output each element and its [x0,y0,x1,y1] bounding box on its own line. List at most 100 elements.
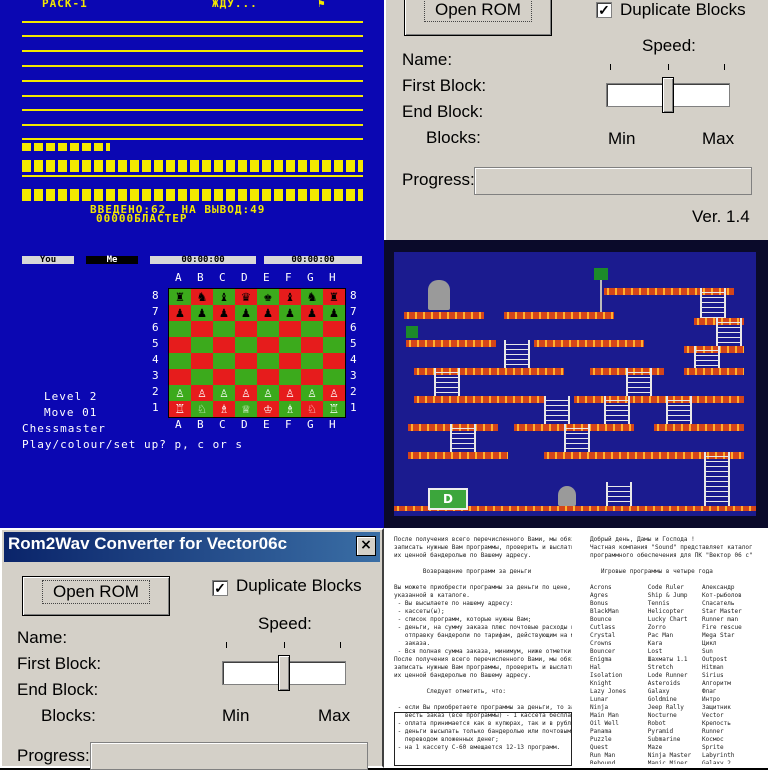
board-square-e3[interactable] [257,369,279,385]
chess-piece-icon[interactable]: ♟ [330,305,338,321]
board-square-d4[interactable] [235,353,257,369]
board-square-b8[interactable]: ♞ [191,289,213,305]
board-square-c5[interactable] [213,337,235,353]
board-square-g3[interactable] [301,369,323,385]
chess-piece-icon[interactable]: ♙ [330,385,338,401]
board-square-b7[interactable]: ♟ [191,305,213,321]
chess-piece-icon[interactable]: ♟ [242,305,250,321]
board-square-f8[interactable]: ♝ [279,289,301,305]
board-square-h6[interactable] [323,321,345,337]
board-square-e6[interactable] [257,321,279,337]
chess-piece-icon[interactable]: ♕ [242,401,250,417]
board-square-d1[interactable]: ♕ [235,401,257,417]
chess-piece-icon[interactable]: ♗ [286,401,294,417]
speed-slider-thumb[interactable] [662,77,674,113]
board-square-f1[interactable]: ♗ [279,401,301,417]
board-square-d8[interactable]: ♛ [235,289,257,305]
chess-piece-icon[interactable]: ♛ [242,289,250,305]
board-square-c6[interactable] [213,321,235,337]
board-square-a8[interactable]: ♜ [169,289,191,305]
duplicate-blocks-checkbox[interactable]: ✓ [596,2,612,18]
board-square-b3[interactable] [191,369,213,385]
chess-piece-icon[interactable]: ♟ [220,305,228,321]
board-square-a3[interactable] [169,369,191,385]
speed-slider-track[interactable] [222,655,346,691]
chess-board[interactable]: ♜ ♞ ♝ ♛ ♚ ♝ ♞ ♜ ♟ ♟ ♟ ♟ ♟ ♟ ♟ ♟ ♙ ♙ ♙ ♙ ♙ ♙ ♙ ♙ ♖ ♘ ♗ ♕ ♔ ♗ ♘ ♖ [168,288,346,418]
board-square-g5[interactable] [301,337,323,353]
chess-piece-icon[interactable]: ♟ [286,305,294,321]
chess-piece-icon[interactable]: ♚ [264,289,272,305]
board-square-d6[interactable] [235,321,257,337]
board-square-h2[interactable]: ♙ [323,385,345,401]
board-square-g2[interactable]: ♙ [301,385,323,401]
board-square-g8[interactable]: ♞ [301,289,323,305]
board-square-f6[interactable] [279,321,301,337]
chess-piece-icon[interactable]: ♞ [308,289,316,305]
board-square-a1[interactable]: ♖ [169,401,191,417]
speed-slider-track[interactable] [606,77,730,113]
board-square-a7[interactable]: ♟ [169,305,191,321]
board-square-e4[interactable] [257,353,279,369]
board-square-g6[interactable] [301,321,323,337]
chess-piece-icon[interactable]: ♜ [330,289,338,305]
chess-piece-icon[interactable]: ♙ [220,385,228,401]
duplicate-blocks-checkbox[interactable]: ✓ [212,580,228,596]
board-square-e1[interactable]: ♔ [257,401,279,417]
board-square-a2[interactable]: ♙ [169,385,191,401]
board-square-e8[interactable]: ♚ [257,289,279,305]
board-square-b2[interactable]: ♙ [191,385,213,401]
chess-piece-icon[interactable]: ♖ [176,401,184,417]
speed-slider-thumb[interactable] [278,655,290,691]
board-square-h3[interactable] [323,369,345,385]
chess-piece-icon[interactable]: ♝ [220,289,228,305]
board-square-d5[interactable] [235,337,257,353]
board-square-e5[interactable] [257,337,279,353]
board-square-b5[interactable] [191,337,213,353]
board-square-b6[interactable] [191,321,213,337]
board-square-c2[interactable]: ♙ [213,385,235,401]
board-square-b4[interactable] [191,353,213,369]
board-square-c8[interactable]: ♝ [213,289,235,305]
chess-piece-icon[interactable]: ♟ [308,305,316,321]
board-square-f5[interactable] [279,337,301,353]
close-icon[interactable]: × [356,536,376,556]
board-square-c1[interactable]: ♗ [213,401,235,417]
chess-piece-icon[interactable]: ♙ [176,385,184,401]
chess-piece-icon[interactable]: ♜ [176,289,184,305]
chess-piece-icon[interactable]: ♙ [264,385,272,401]
board-square-h7[interactable]: ♟ [323,305,345,321]
board-square-a5[interactable] [169,337,191,353]
chess-piece-icon[interactable]: ♖ [330,401,338,417]
chess-piece-icon[interactable]: ♙ [198,385,206,401]
chess-piece-icon[interactable]: ♞ [198,289,206,305]
board-square-g7[interactable]: ♟ [301,305,323,321]
board-square-f4[interactable] [279,353,301,369]
chess-piece-icon[interactable]: ♝ [286,289,294,305]
board-square-c3[interactable] [213,369,235,385]
chess-piece-icon[interactable]: ♔ [264,401,272,417]
board-square-e7[interactable]: ♟ [257,305,279,321]
board-square-c4[interactable] [213,353,235,369]
board-square-d2[interactable]: ♙ [235,385,257,401]
chess-piece-icon[interactable]: ♙ [308,385,316,401]
board-square-g1[interactable]: ♘ [301,401,323,417]
board-square-d7[interactable]: ♟ [235,305,257,321]
board-square-h1[interactable]: ♖ [323,401,345,417]
board-square-g4[interactable] [301,353,323,369]
board-square-f7[interactable]: ♟ [279,305,301,321]
open-rom-button[interactable]: Open ROM [22,576,170,616]
board-square-e2[interactable]: ♙ [257,385,279,401]
board-square-h5[interactable] [323,337,345,353]
board-square-a6[interactable] [169,321,191,337]
board-square-c7[interactable]: ♟ [213,305,235,321]
board-square-b1[interactable]: ♘ [191,401,213,417]
board-square-h8[interactable]: ♜ [323,289,345,305]
chess-piece-icon[interactable]: ♟ [264,305,272,321]
chess-piece-icon[interactable]: ♘ [308,401,316,417]
board-square-f2[interactable]: ♙ [279,385,301,401]
chess-piece-icon[interactable]: ♘ [198,401,206,417]
chess-piece-icon[interactable]: ♙ [286,385,294,401]
chess-piece-icon[interactable]: ♗ [220,401,228,417]
board-square-h4[interactable] [323,353,345,369]
board-square-f3[interactable] [279,369,301,385]
